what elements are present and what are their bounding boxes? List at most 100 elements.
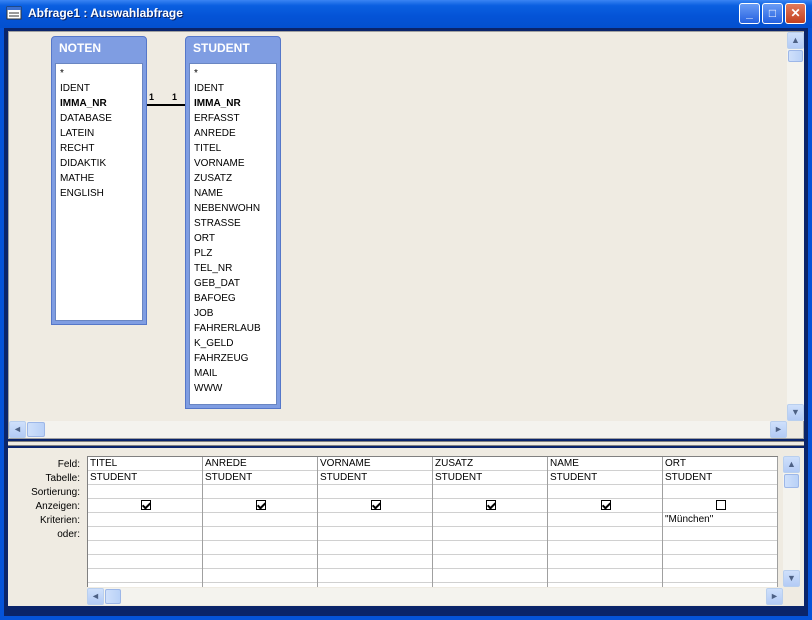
scroll-thumb[interactable]	[105, 589, 121, 604]
table-field[interactable]: STRASSE	[194, 216, 272, 231]
grid-vertical-scrollbar[interactable]: ▲ ▼	[783, 456, 800, 587]
grid-cell-or[interactable]	[318, 527, 432, 541]
grid-cell-empty[interactable]	[203, 541, 317, 555]
table-title[interactable]: NOTEN	[55, 37, 143, 63]
grid-horizontal-scrollbar[interactable]: ◄ ►	[87, 588, 783, 605]
grid-column[interactable]: ZUSATZ STUDENT	[433, 457, 548, 587]
table-field[interactable]: ENGLISH	[60, 186, 138, 201]
table-field[interactable]: IDENT	[194, 81, 272, 96]
grid-cell-show[interactable]	[318, 499, 432, 513]
grid-cell-empty[interactable]	[433, 555, 547, 569]
grid-cell-criteria[interactable]	[318, 513, 432, 527]
grid-cell-sort[interactable]	[433, 485, 547, 499]
grid-cell-empty[interactable]	[663, 569, 777, 583]
table-field[interactable]: MATHE	[60, 171, 138, 186]
scroll-right-icon[interactable]: ►	[770, 421, 787, 438]
table-field[interactable]: WWW	[194, 381, 272, 396]
grid-cell-empty[interactable]	[203, 555, 317, 569]
scroll-up-icon[interactable]: ▲	[787, 32, 804, 49]
grid-cell-sort[interactable]	[318, 485, 432, 499]
grid-cell-show[interactable]	[663, 499, 777, 513]
table-field[interactable]: IMMA_NR	[60, 96, 138, 111]
table-field[interactable]: IDENT	[60, 81, 138, 96]
field-list[interactable]: * IDENT IMMA_NR DATABASE LATEIN RECHT DIDAKTIK…	[55, 63, 143, 321]
grid-cell-or[interactable]	[203, 527, 317, 541]
table-field[interactable]: FAHRERLAUB	[194, 321, 272, 336]
show-checkbox[interactable]	[716, 500, 726, 510]
table-field[interactable]: TITEL	[194, 141, 272, 156]
grid-cell-field[interactable]: ORT	[663, 457, 777, 471]
grid-cell-empty[interactable]	[318, 555, 432, 569]
grid-cell-criteria[interactable]: "München"	[663, 513, 777, 527]
table-field[interactable]: *	[194, 66, 272, 81]
scroll-thumb[interactable]	[788, 50, 803, 62]
grid-cell-table[interactable]: STUDENT	[548, 471, 662, 485]
table-field[interactable]: MAIL	[194, 366, 272, 381]
scroll-left-icon[interactable]: ◄	[9, 421, 26, 438]
table-field[interactable]: *	[60, 66, 138, 81]
grid-column[interactable]: ORT STUDENT "München"	[663, 457, 778, 587]
grid-cell-table[interactable]: STUDENT	[318, 471, 432, 485]
grid-cell-field[interactable]: NAME	[548, 457, 662, 471]
grid-cell-empty[interactable]	[318, 569, 432, 583]
pane-splitter[interactable]	[8, 441, 804, 446]
table-field[interactable]: LATEIN	[60, 126, 138, 141]
close-button[interactable]: ✕	[785, 3, 806, 24]
grid-cell-empty[interactable]	[318, 541, 432, 555]
grid-cell-field[interactable]: VORNAME	[318, 457, 432, 471]
show-checkbox[interactable]	[486, 500, 496, 510]
grid-cell-criteria[interactable]	[433, 513, 547, 527]
table-field[interactable]: PLZ	[194, 246, 272, 261]
grid-cell-sort[interactable]	[88, 485, 202, 499]
grid-cell-show[interactable]	[203, 499, 317, 513]
table-field[interactable]: JOB	[194, 306, 272, 321]
title-bar[interactable]: Abfrage1 : Auswahlabfrage _ □ ✕	[0, 0, 812, 28]
table-field[interactable]: ERFASST	[194, 111, 272, 126]
grid-cell-show[interactable]	[433, 499, 547, 513]
show-checkbox[interactable]	[371, 500, 381, 510]
table-field[interactable]: VORNAME	[194, 156, 272, 171]
grid-cell-table[interactable]: STUDENT	[663, 471, 777, 485]
grid-cell-table[interactable]: STUDENT	[433, 471, 547, 485]
grid-cell-table[interactable]: STUDENT	[88, 471, 202, 485]
maximize-button[interactable]: □	[762, 3, 783, 24]
grid-cell-empty[interactable]	[203, 569, 317, 583]
upper-vertical-scrollbar[interactable]: ▲ ▼	[787, 32, 804, 421]
grid-cell-show[interactable]	[548, 499, 662, 513]
grid-column[interactable]: TITEL STUDENT	[88, 457, 203, 587]
grid-cell-sort[interactable]	[663, 485, 777, 499]
table-field[interactable]: IMMA_NR	[194, 96, 272, 111]
table-field[interactable]: TEL_NR	[194, 261, 272, 276]
table-field[interactable]: NEBENWOHN	[194, 201, 272, 216]
table-student[interactable]: STUDENT * IDENT IMMA_NR ERFASST ANREDE TITEL V…	[185, 36, 281, 409]
table-field[interactable]: GEB_DAT	[194, 276, 272, 291]
grid-cell-empty[interactable]	[88, 569, 202, 583]
upper-horizontal-scrollbar[interactable]: ◄ ►	[9, 421, 787, 438]
grid-cell-empty[interactable]	[663, 555, 777, 569]
relationship-line[interactable]	[147, 104, 185, 106]
grid-cell-criteria[interactable]	[548, 513, 662, 527]
query-grid[interactable]: TITEL STUDENT ANREDE STUDENT VORNAME STUDENT Z…	[87, 456, 778, 587]
table-field[interactable]: RECHT	[60, 141, 138, 156]
field-list[interactable]: * IDENT IMMA_NR ERFASST ANREDE TITEL VORNAME ZU…	[189, 63, 277, 405]
grid-column[interactable]: VORNAME STUDENT	[318, 457, 433, 587]
grid-column[interactable]: ANREDE STUDENT	[203, 457, 318, 587]
scroll-left-icon[interactable]: ◄	[87, 588, 104, 605]
grid-cell-empty[interactable]	[548, 569, 662, 583]
grid-cell-show[interactable]	[88, 499, 202, 513]
scroll-down-icon[interactable]: ▼	[787, 404, 804, 421]
table-noten[interactable]: NOTEN * IDENT IMMA_NR DATABASE LATEIN RECHT DI…	[51, 36, 147, 325]
show-checkbox[interactable]	[256, 500, 266, 510]
scroll-up-icon[interactable]: ▲	[783, 456, 800, 473]
grid-cell-empty[interactable]	[663, 541, 777, 555]
grid-cell-field[interactable]: ZUSATZ	[433, 457, 547, 471]
grid-cell-empty[interactable]	[88, 555, 202, 569]
grid-cell-or[interactable]	[548, 527, 662, 541]
table-design-pane[interactable]: NOTEN * IDENT IMMA_NR DATABASE LATEIN RECHT DI…	[8, 31, 804, 439]
table-field[interactable]: FAHRZEUG	[194, 351, 272, 366]
grid-cell-field[interactable]: ANREDE	[203, 457, 317, 471]
scroll-right-icon[interactable]: ►	[766, 588, 783, 605]
grid-cell-criteria[interactable]	[203, 513, 317, 527]
grid-cell-empty[interactable]	[88, 541, 202, 555]
grid-cell-table[interactable]: STUDENT	[203, 471, 317, 485]
